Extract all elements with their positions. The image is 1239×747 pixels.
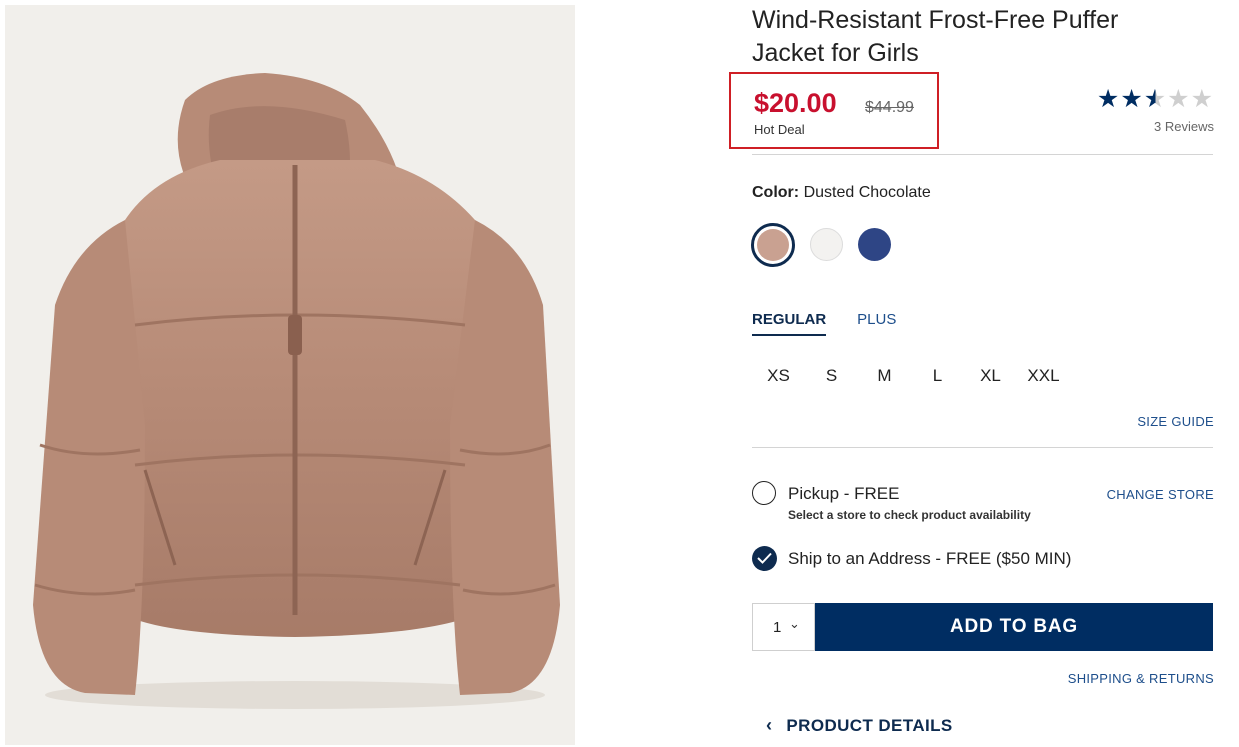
star-full-icon: ★ xyxy=(1120,85,1144,113)
color-swatches xyxy=(751,223,891,267)
color-value: Dusted Chocolate xyxy=(803,184,931,201)
product-image[interactable] xyxy=(5,5,575,745)
quantity-value: 1 xyxy=(773,619,782,636)
size-s[interactable]: S xyxy=(805,366,858,386)
size-xl[interactable]: XL xyxy=(964,366,1017,386)
size-l[interactable]: L xyxy=(911,366,964,386)
color-label: Color: xyxy=(752,184,800,201)
swatch-dusted-chocolate[interactable] xyxy=(751,223,795,267)
tab-regular[interactable]: REGULAR xyxy=(752,311,827,336)
pickup-radio[interactable] xyxy=(752,481,776,505)
divider xyxy=(752,447,1213,448)
size-xxl[interactable]: XXL xyxy=(1017,366,1070,386)
ship-radio-checked[interactable] xyxy=(752,546,777,571)
add-to-bag-button[interactable]: ADD TO BAG xyxy=(815,603,1213,651)
size-guide-link[interactable]: SIZE GUIDE xyxy=(1137,414,1214,429)
price-tag-label: Hot Deal xyxy=(754,122,805,137)
star-half-icon: ★ xyxy=(1143,85,1168,113)
pickup-label: Pickup - FREE xyxy=(788,484,900,503)
tab-plus[interactable]: PLUS xyxy=(857,311,896,336)
chevron-down-icon: ⌄ xyxy=(789,616,800,631)
checkmark-icon xyxy=(757,552,772,564)
shipping-returns-link[interactable]: SHIPPING & RETURNS xyxy=(1068,671,1214,686)
star-rating[interactable]: ★★★★★ xyxy=(1097,86,1214,112)
size-xs[interactable]: XS xyxy=(752,366,805,386)
color-selection-label: Color: Dusted Chocolate xyxy=(752,184,931,202)
price-highlight-box: $20.00 $44.99 Hot Deal xyxy=(729,72,939,149)
sale-price: $20.00 xyxy=(754,88,837,118)
star-empty-icon: ★ xyxy=(1190,85,1214,113)
swatch-white[interactable] xyxy=(810,228,843,261)
puffer-jacket-illustration xyxy=(33,73,560,709)
quantity-select[interactable]: 1 ⌄ xyxy=(752,603,815,651)
reviews-link[interactable]: 3 Reviews xyxy=(1154,119,1214,134)
product-title: Wind-Resistant Frost-Free Puffer Jacket … xyxy=(752,6,1119,67)
star-empty-icon: ★ xyxy=(1167,85,1191,113)
product-details-toggle[interactable]: ‹ PRODUCT DETAILS xyxy=(766,715,953,736)
chevron-left-icon: ‹ xyxy=(766,715,773,735)
change-store-link[interactable]: CHANGE STORE xyxy=(1107,487,1214,502)
ship-label: Ship to an Address - FREE ($50 MIN) xyxy=(788,549,1072,568)
star-full-icon: ★ xyxy=(1096,85,1121,113)
fit-tabs: REGULAR PLUS xyxy=(752,311,896,336)
pickup-availability-note: Select a store to check product availabi… xyxy=(788,508,1031,522)
size-m[interactable]: M xyxy=(858,366,911,386)
product-info-panel: Wind-Resistant Frost-Free Puffer Jacket … xyxy=(729,0,1214,747)
original-price: $44.99 xyxy=(865,99,914,116)
product-details-label: PRODUCT DETAILS xyxy=(786,715,953,735)
swatch-navy[interactable] xyxy=(858,228,891,261)
divider xyxy=(752,154,1213,155)
size-options: XS S M L XL XXL xyxy=(752,366,1070,386)
